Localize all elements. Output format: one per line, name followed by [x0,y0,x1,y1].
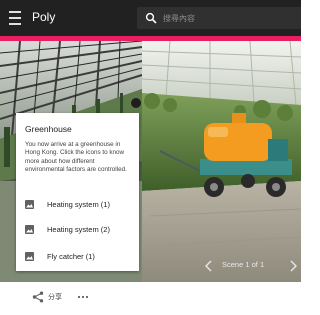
app-title[interactable]: Poly [32,10,55,24]
hotspot-item[interactable]: Heating system (2) [25,222,135,236]
share-label: 分享 [48,294,62,301]
share-icon [32,291,44,303]
scene-counter: Scene 1 of 1 [222,260,265,269]
image-icon [25,224,34,234]
hotspot-item-label: Heating system (1) [47,199,110,209]
top-app-bar: Poly [0,0,301,36]
hotspot-item-label: Fly catcher (1) [47,251,95,261]
chevron-left-icon[interactable] [204,259,214,272]
hotspot-item[interactable]: Heating system (1) [25,197,135,211]
card-title: Greenhouse [25,124,72,134]
hotspot-item[interactable]: Fly catcher (1) [25,249,135,263]
chevron-right-icon[interactable] [288,259,298,272]
share-button[interactable]: 分享 [32,289,62,305]
card-description: You now arrive at a greenhouse in Hong K… [25,141,127,174]
image-icon [25,199,34,209]
search-input[interactable] [163,10,293,26]
more-horizontal-icon[interactable] [76,289,90,305]
bottom-action-bar: 分享 [0,282,301,315]
hotspot-item-label: Heating system (2) [47,224,110,234]
search-box[interactable] [137,7,301,29]
scene-info-card: Greenhouse You now arrive at a greenhous… [16,113,139,271]
search-icon[interactable] [145,12,157,24]
image-icon [25,251,34,261]
menu-icon[interactable] [9,11,21,25]
